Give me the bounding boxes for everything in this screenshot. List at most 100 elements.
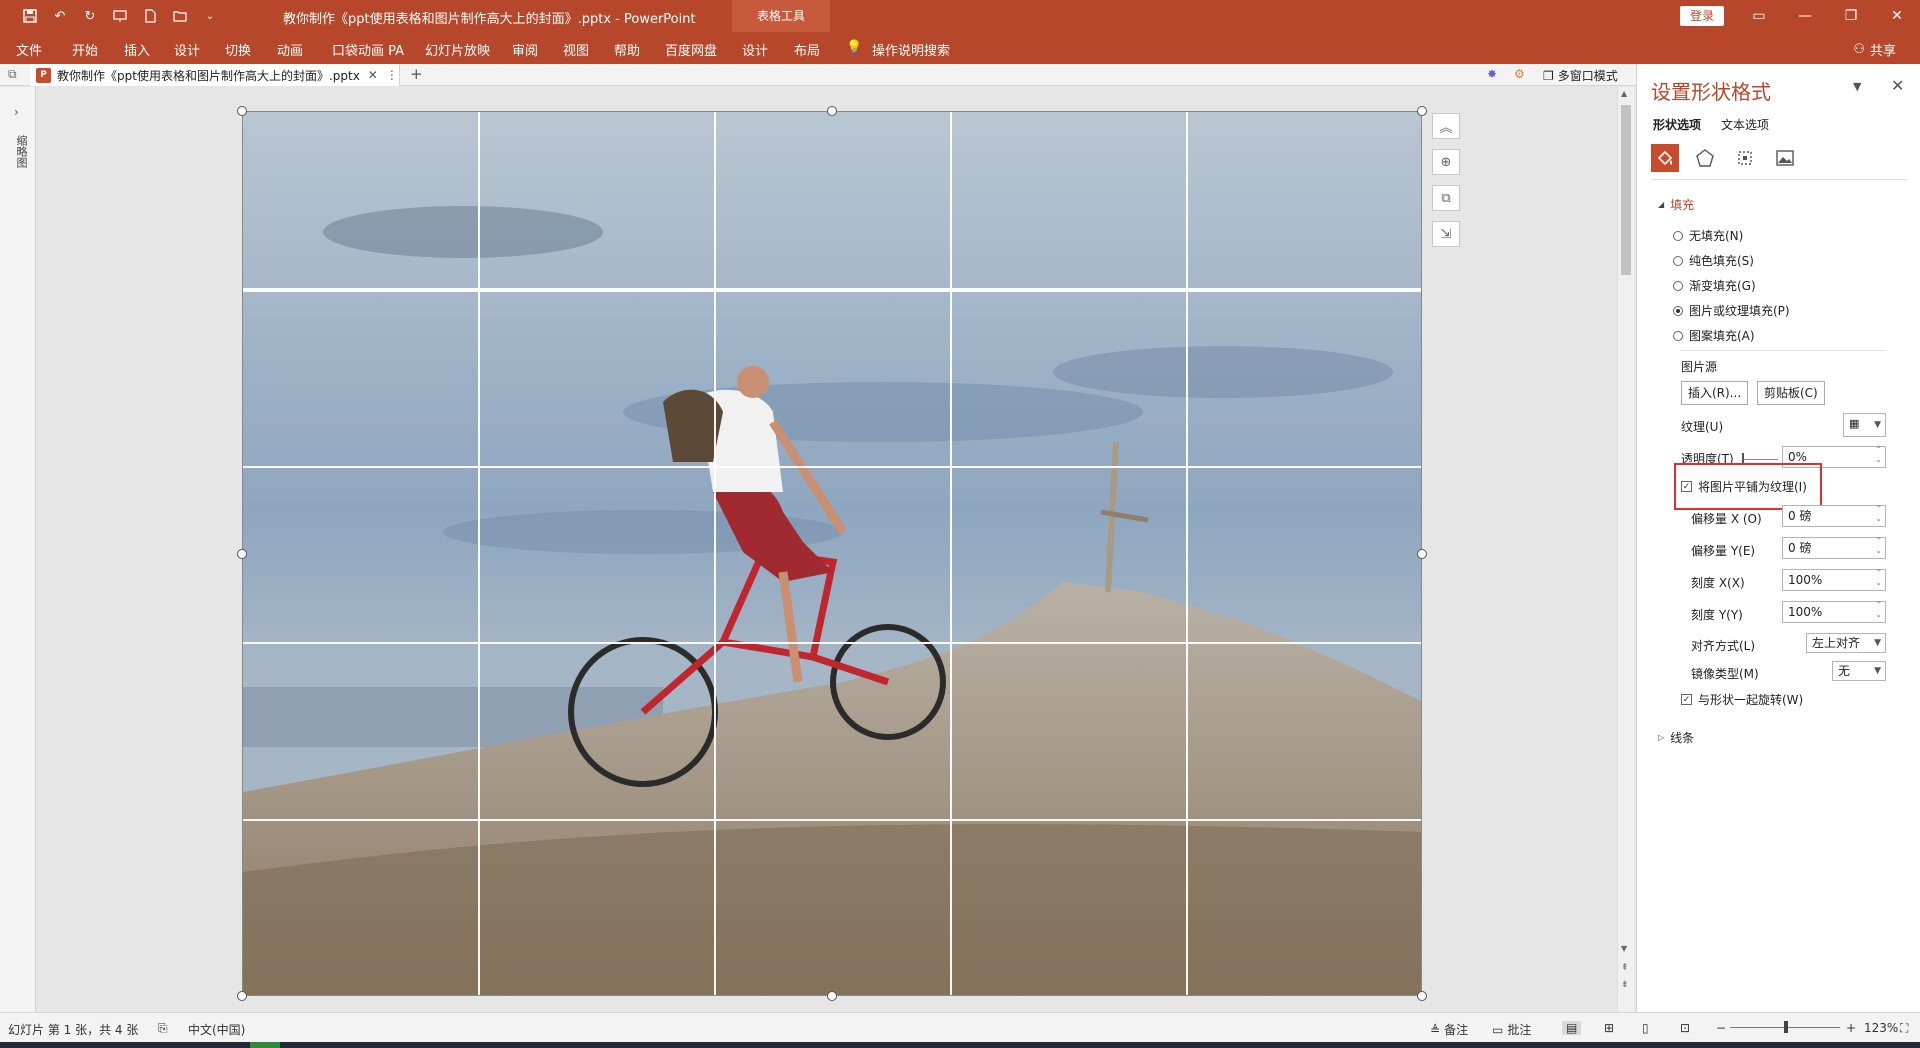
radio-picture-texture-fill[interactable]: 图片或纹理填充(P) — [1673, 302, 1790, 319]
pane-options-icon[interactable]: ▼ — [1853, 80, 1861, 93]
mirror-type-select[interactable]: 无 ▼ — [1832, 661, 1886, 681]
multi-window-mode-button[interactable]: ❐ 多窗口模式 — [1543, 67, 1618, 84]
vertical-scrollbar[interactable]: ▲ ▼ ⇞ ⇟ — [1617, 87, 1634, 1012]
slideshow-view-icon[interactable]: ⊡ — [1680, 1021, 1690, 1035]
customize-qat-icon[interactable]: ⌄ — [198, 5, 222, 27]
close-tab-icon[interactable]: ✕ — [368, 68, 378, 82]
slide-sorter-icon[interactable]: ⊞ — [1604, 1021, 1614, 1035]
restore-icon[interactable]: ❐ — [1828, 0, 1874, 32]
tab-baidu-netdisk[interactable]: 百度网盘 — [665, 40, 717, 59]
resize-handle-top[interactable] — [827, 106, 837, 116]
checkbox-checked[interactable]: ✓ — [1681, 694, 1692, 705]
settings-gear-icon[interactable]: ⚙ — [1514, 67, 1525, 81]
present-from-start-icon[interactable] — [108, 5, 132, 27]
radio-no-fill[interactable]: 无填充(N) — [1673, 227, 1743, 244]
tab-view[interactable]: 视图 — [563, 40, 589, 59]
resize-handle-bottom[interactable] — [827, 991, 837, 1001]
selected-table-picture[interactable] — [242, 111, 1422, 996]
line-section-header[interactable]: ▷ 线条 — [1658, 729, 1694, 746]
new-file-icon[interactable] — [138, 5, 162, 27]
add-element-icon[interactable]: ⊕ — [1432, 149, 1460, 175]
tab-design[interactable]: 设计 — [174, 40, 200, 59]
scrollbar-thumb[interactable] — [1621, 105, 1631, 275]
tab-table-layout[interactable]: 布局 — [794, 40, 820, 59]
login-button[interactable]: 登录 — [1680, 6, 1724, 26]
radio-button[interactable] — [1673, 255, 1683, 266]
slide-counter[interactable]: 幻灯片 第 1 张，共 4 张 — [8, 1021, 138, 1038]
fill-section-header[interactable]: ◢ 填充 — [1658, 196, 1694, 213]
tab-home[interactable]: 开始 — [72, 40, 98, 59]
resize-handle-top-right[interactable] — [1417, 106, 1427, 116]
notes-button[interactable]: ≜ 备注 — [1430, 1021, 1468, 1038]
alignment-select[interactable]: 左上对齐 ▼ — [1806, 633, 1886, 653]
scroll-up-icon[interactable]: ▲ — [1621, 89, 1627, 98]
effects-pentagon-icon[interactable] — [1691, 144, 1719, 172]
insert-picture-button[interactable]: 插入(R)... — [1681, 381, 1749, 405]
redo-icon[interactable]: ↻ — [78, 5, 102, 27]
comments-button[interactable]: ▭ 批注 — [1492, 1021, 1531, 1038]
resize-handle-left[interactable] — [237, 549, 247, 559]
tab-review[interactable]: 审阅 — [512, 40, 538, 59]
resize-handle-top-left[interactable] — [237, 106, 247, 116]
collapse-up-icon[interactable]: ︽ — [1432, 113, 1460, 139]
thumbnails-label[interactable]: 缩略图 — [13, 135, 29, 168]
radio-button[interactable] — [1673, 330, 1683, 341]
zoom-out-icon[interactable]: − — [1716, 1021, 1726, 1035]
tab-text-options[interactable]: 文本选项 — [1721, 116, 1769, 133]
texture-picker[interactable]: ▦ ▼ — [1843, 413, 1886, 437]
new-tab-icon[interactable]: + — [410, 65, 423, 83]
layer-order-icon[interactable]: ⧉ — [1432, 185, 1460, 211]
tab-menu-icon[interactable]: ⋮ — [386, 68, 398, 82]
undo-icon[interactable]: ↶ — [48, 5, 72, 27]
zoom-in-icon[interactable]: + — [1846, 1021, 1856, 1035]
tab-insert[interactable]: 插入 — [124, 40, 150, 59]
spell-check-icon[interactable]: ⎘ — [158, 1021, 168, 1036]
close-icon[interactable]: ✕ — [1874, 0, 1920, 32]
expand-thumbnails-icon[interactable]: › — [14, 105, 19, 119]
tell-me-search[interactable]: 操作说明搜索 — [872, 40, 950, 59]
scale-x-input[interactable]: 100% — [1782, 568, 1886, 591]
offset-x-input[interactable]: 0 磅 — [1782, 504, 1886, 527]
zoom-level[interactable]: 123% — [1864, 1021, 1898, 1035]
size-properties-icon[interactable] — [1731, 144, 1759, 172]
tab-slideshow[interactable]: 幻灯片放映 — [425, 40, 490, 59]
clipboard-button[interactable]: 剪贴板(C) — [1757, 381, 1825, 405]
tab-pocket-animation[interactable]: 口袋动画 PA — [332, 40, 404, 59]
tab-help[interactable]: 帮助 — [614, 40, 640, 59]
document-tab[interactable]: P 教你制作《ppt使用表格和图片制作高大上的封面》.pptx ✕ ⋮ — [30, 64, 400, 86]
offset-y-input[interactable]: 0 磅 — [1782, 536, 1886, 559]
scale-y-input[interactable]: 100% — [1782, 600, 1886, 623]
zoom-slider[interactable] — [1730, 1021, 1840, 1033]
fill-line-icon[interactable] — [1651, 144, 1679, 172]
radio-button[interactable] — [1673, 280, 1683, 291]
resize-handle-bottom-left[interactable] — [237, 991, 247, 1001]
tab-table-design[interactable]: 设计 — [742, 40, 768, 59]
previous-slide-icon[interactable]: ⇞ — [1621, 963, 1629, 973]
rotate-with-shape-checkbox[interactable]: ✓ 与形状一起旋转(W) — [1681, 691, 1803, 708]
save-icon[interactable] — [18, 5, 42, 27]
fit-to-window-icon[interactable]: ⛶ — [1900, 1021, 1908, 1036]
ribbon-display-options-icon[interactable]: ▭ — [1736, 0, 1782, 32]
tab-shape-options[interactable]: 形状选项 — [1653, 116, 1701, 133]
share-button[interactable]: ⚇ 共享 — [1853, 40, 1896, 59]
resize-handle-bottom-right[interactable] — [1417, 991, 1427, 1001]
tab-transitions[interactable]: 切换 — [225, 40, 251, 59]
minimize-icon[interactable]: — — [1782, 0, 1828, 32]
next-slide-icon[interactable]: ⇟ — [1621, 980, 1629, 990]
sparkle-icon[interactable]: ✸ — [1487, 67, 1497, 81]
reading-view-icon[interactable]: ▯ — [1642, 1021, 1649, 1035]
language-indicator[interactable]: 中文(中国) — [188, 1021, 245, 1038]
radio-pattern-fill[interactable]: 图案填充(A) — [1673, 327, 1755, 344]
crop-resize-icon[interactable]: ⇲ — [1432, 221, 1460, 247]
picture-icon[interactable] — [1771, 144, 1799, 172]
radio-solid-fill[interactable]: 纯色填充(S) — [1673, 252, 1754, 269]
close-pane-icon[interactable]: ✕ — [1891, 76, 1904, 95]
tab-animations[interactable]: 动画 — [277, 40, 303, 59]
zoom-slider-knob[interactable] — [1784, 1021, 1788, 1033]
normal-view-icon[interactable]: ▤ — [1562, 1021, 1582, 1035]
radio-gradient-fill[interactable]: 渐变填充(G) — [1673, 277, 1756, 294]
radio-button[interactable] — [1673, 230, 1683, 241]
scroll-down-icon[interactable]: ▼ — [1621, 944, 1627, 953]
tab-list-icon[interactable]: ⧉ — [8, 67, 17, 82]
radio-button-selected[interactable] — [1673, 305, 1683, 316]
